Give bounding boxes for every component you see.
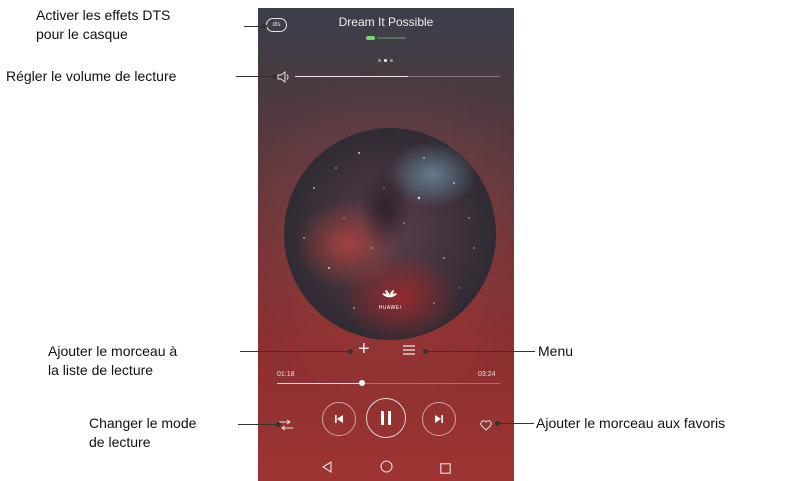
volume-slider-fill[interactable] [295,76,408,77]
callout-add-line1: Ajouter le morceau à [48,343,178,359]
skip-next-icon [435,415,443,423]
progress-fill[interactable] [277,383,362,384]
album-art: HUAWEI [284,128,496,340]
recent-square-icon[interactable] [440,461,451,479]
leader-dot [495,421,500,426]
leader-favorite [497,423,534,424]
page-dot [378,59,381,62]
leader-volume [236,76,274,77]
callout-menu: Menu [538,342,573,361]
pause-button[interactable] [366,398,406,438]
previous-button[interactable] [322,402,356,436]
callout-volume-text: Régler le volume de lecture [6,68,177,84]
callout-dts-line2: pour le casque [36,26,128,42]
callout-mode: Changer le mode de lecture [89,414,196,452]
plus-icon[interactable]: + [358,339,370,359]
leader-dot [348,349,353,354]
skip-previous-icon [335,415,343,423]
next-button[interactable] [422,402,456,436]
huawei-flower-icon [382,290,398,298]
page-indicator [378,59,393,62]
pause-icon [381,411,391,425]
callout-dts-line1: Activer les effets DTS [36,7,171,23]
callout-dts: Activer les effets DTS pour le casque [36,6,170,44]
home-circle-icon[interactable] [380,460,393,478]
leader-mode [238,424,278,425]
menu-icon[interactable] [403,342,415,360]
heart-icon[interactable] [480,420,492,433]
leader-menu [425,351,535,352]
leader-dot [262,24,267,29]
total-time: 03:24 [478,371,496,378]
brand-logo: HUAWEI [379,286,402,311]
leader-dot [272,74,277,79]
page-dot [390,59,393,62]
page-dot-active [384,59,387,62]
callout-mode-line2: de lecture [89,434,151,450]
callout-favorite-text: Ajouter le morceau aux favoris [536,415,726,431]
brand-text: HUAWEI [378,305,402,311]
callout-add-line2: la liste de lecture [48,362,154,378]
speaker-icon[interactable] [277,70,291,88]
leader-dts [244,26,264,27]
callout-add: Ajouter le morceau à la liste de lecture [48,342,177,380]
leader-dot [423,349,428,354]
elapsed-time: 01:18 [277,371,295,378]
callout-menu-text: Menu [538,343,574,359]
shuffle-icon[interactable] [278,418,294,436]
progress-knob[interactable] [358,380,365,386]
callout-mode-line1: Changer le mode [89,415,197,431]
music-player-screen: dts Dream It Possible HUAWEI + 01:18 03:… [258,8,514,481]
artist-name-blurred [258,35,514,41]
song-title: Dream It Possible [338,15,434,29]
back-triangle-icon[interactable] [321,460,333,478]
leader-dot [276,422,281,427]
callout-volume: Régler le volume de lecture [6,67,176,86]
callout-favorite: Ajouter le morceau aux favoris [536,414,725,433]
leader-add [240,351,350,352]
